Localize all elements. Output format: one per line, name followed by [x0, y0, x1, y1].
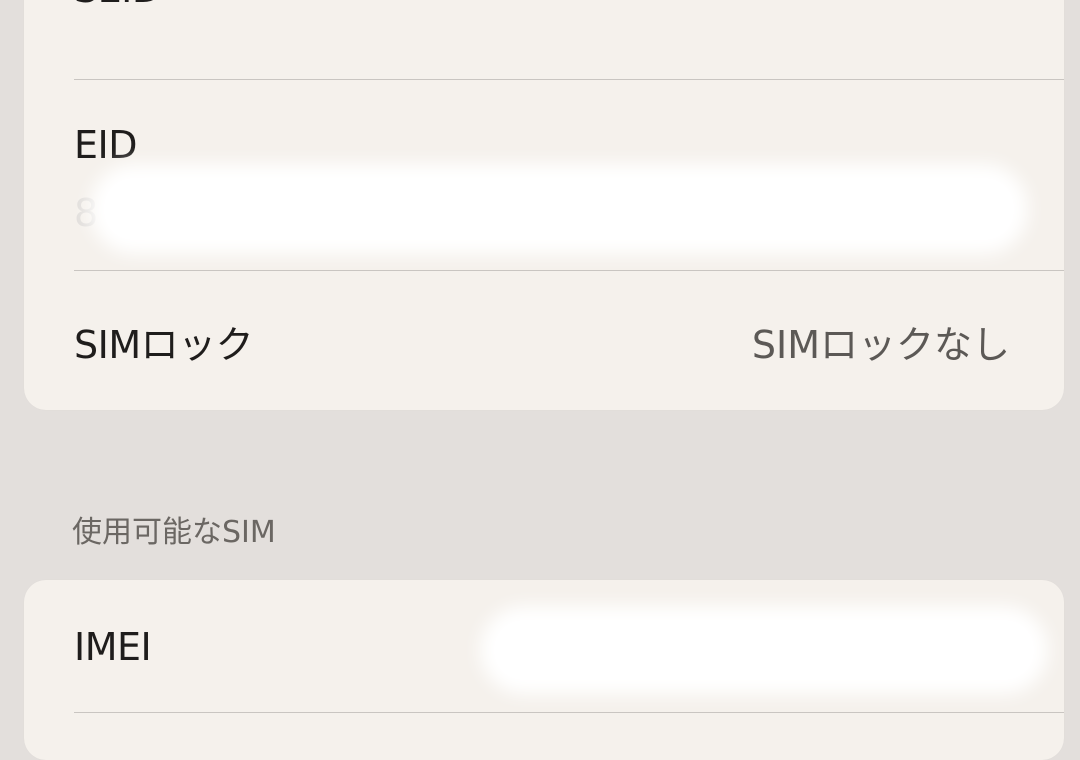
available-sims-group: IMEI: [24, 580, 1064, 760]
section-header-available-sims: 使用可能なSIM: [72, 515, 276, 550]
sim-lock-value: SIMロックなし: [751, 323, 1010, 367]
imei-label: IMEI: [74, 625, 152, 669]
eid-redaction: [104, 178, 1014, 240]
seid-label: SEID: [74, 0, 161, 8]
eid-value: 8: [74, 191, 99, 235]
separator: [74, 270, 1064, 271]
eid-label: EID: [74, 123, 137, 167]
separator: [74, 79, 1064, 80]
device-info-group: SEID EID 8 SIMロック SIMロックなし: [24, 0, 1064, 410]
separator: [74, 712, 1064, 713]
sim-lock-label: SIMロック: [74, 323, 254, 367]
imei-redaction: [494, 620, 1034, 680]
